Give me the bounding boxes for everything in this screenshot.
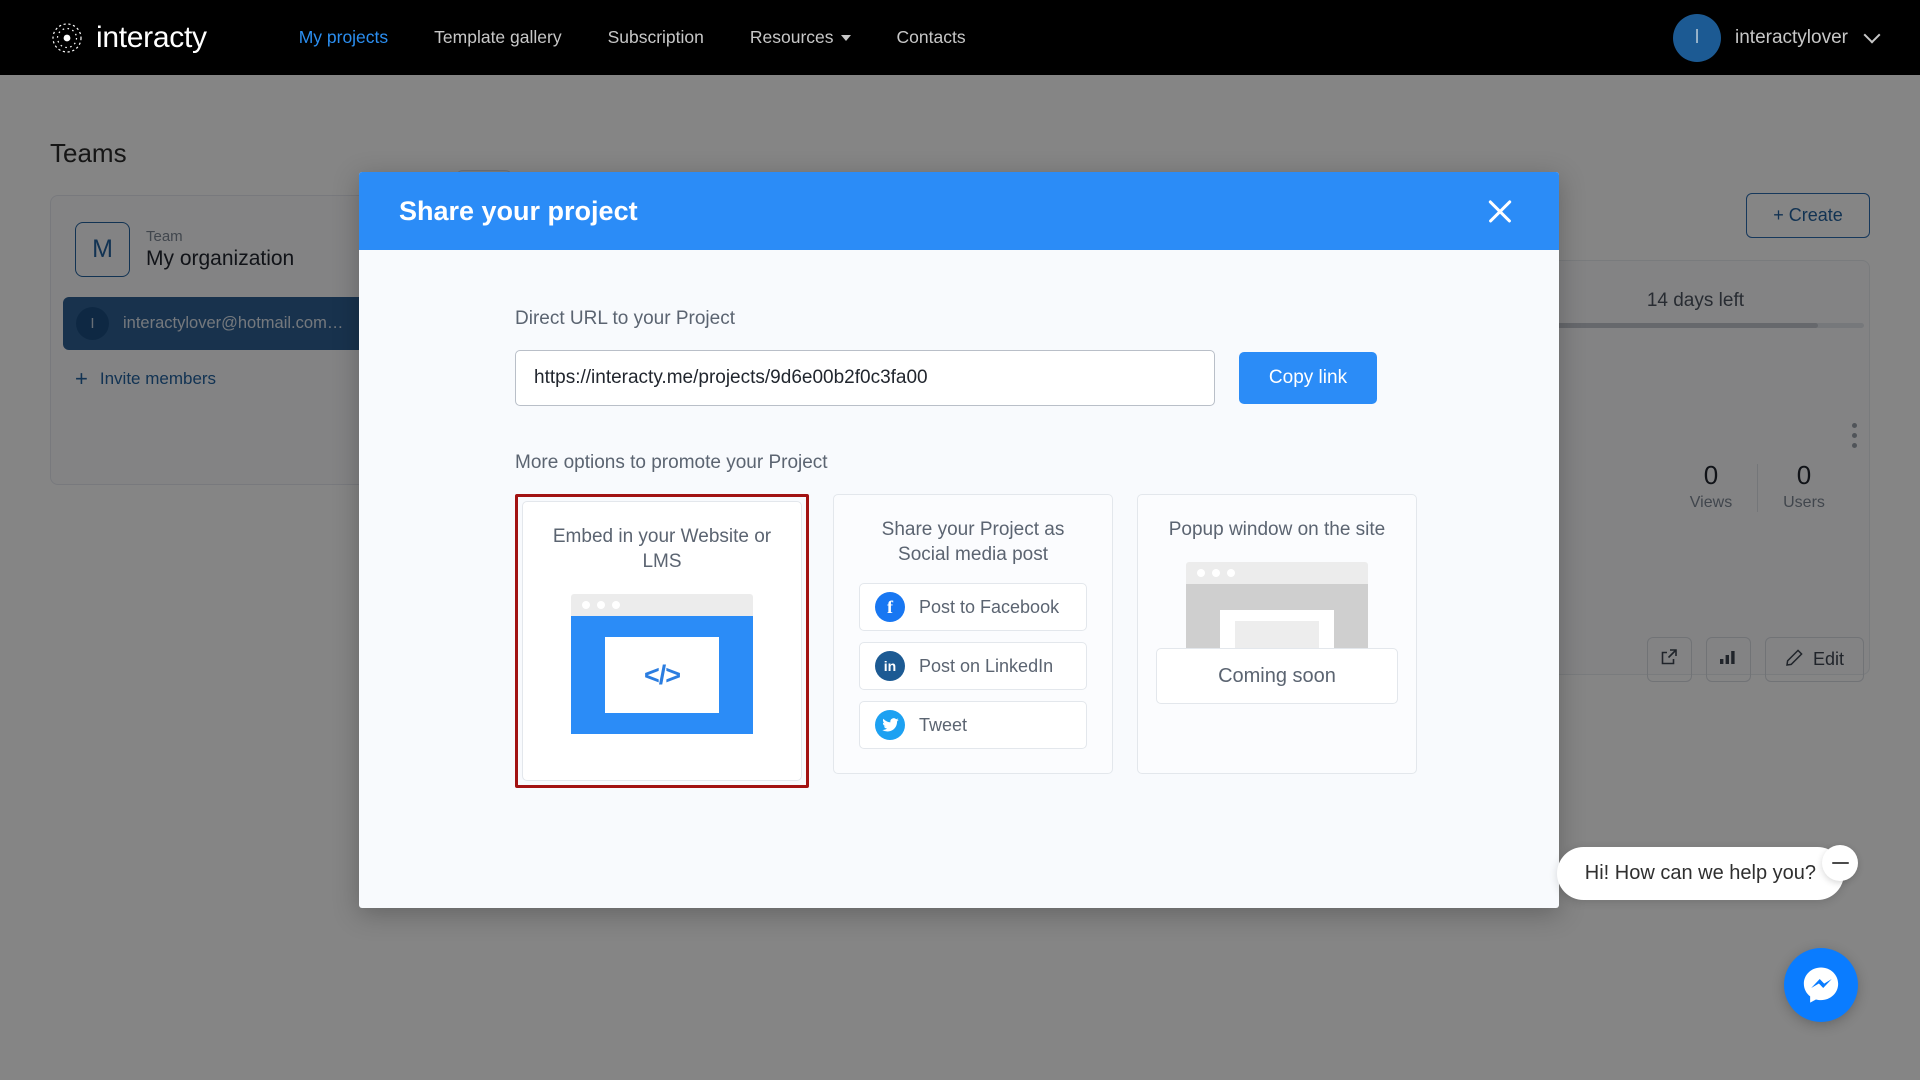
popup-window-card: Popup window on the site Coming soon	[1137, 494, 1417, 774]
chevron-down-icon	[840, 34, 851, 41]
browser-dots-icon	[571, 594, 753, 617]
modal-header: Share your project	[359, 172, 1559, 250]
post-on-linkedin-label: Post on LinkedIn	[919, 655, 1054, 676]
social-buttons: f Post to Facebook in Post on LinkedIn T…	[859, 583, 1087, 750]
user-menu[interactable]: I interactylover	[1673, 0, 1881, 75]
popup-window-illustration: Coming soon	[1156, 562, 1398, 705]
chat-greeting-bubble: Hi! How can we help you?	[1556, 847, 1844, 900]
avatar: I	[1673, 13, 1721, 62]
tweet-button[interactable]: Tweet	[859, 701, 1087, 750]
tweet-label: Tweet	[919, 714, 968, 735]
promote-cards: Embed in your Website or LMS </> Share y…	[515, 494, 1559, 788]
embed-card-highlight: Embed in your Website or LMS </>	[515, 494, 809, 788]
linkedin-icon: in	[875, 651, 905, 682]
app-root: interacty My projects Template gallery S…	[0, 0, 1920, 1080]
facebook-icon: f	[875, 592, 905, 623]
nav-link-my-projects[interactable]: My projects	[299, 27, 388, 48]
code-embed-illustration: </>	[571, 594, 753, 735]
code-glyph: </>	[605, 637, 719, 714]
copy-link-button[interactable]: Copy link	[1239, 352, 1377, 404]
chevron-down-icon	[1863, 26, 1881, 43]
user-name: interactylover	[1735, 26, 1848, 48]
twitter-icon	[875, 710, 905, 741]
popup-card-title: Popup window on the site	[1168, 519, 1386, 540]
social-card-title: Share your Project as Social media post	[881, 519, 1065, 566]
brand-logo[interactable]: interacty	[48, 19, 207, 57]
nav-link-resources[interactable]: Resources	[750, 27, 851, 48]
nav-link-template-gallery[interactable]: Template gallery	[434, 27, 561, 48]
modal-body: Direct URL to your Project Copy link Mor…	[359, 250, 1559, 788]
nav-link-contacts[interactable]: Contacts	[897, 27, 966, 48]
nav-links: My projects Template gallery Subscriptio…	[299, 27, 1012, 48]
interacty-logo-icon	[48, 19, 86, 57]
direct-url-row: Copy link	[515, 350, 1559, 406]
coming-soon-badge: Coming soon	[1156, 648, 1398, 705]
social-media-card: Share your Project as Social media post …	[833, 494, 1113, 774]
brand-name: interacty	[96, 20, 207, 54]
embed-in-website-card[interactable]: Embed in your Website or LMS </>	[522, 501, 802, 781]
post-on-linkedin-button[interactable]: in Post on LinkedIn	[859, 642, 1087, 691]
embed-card-title: Embed in your Website or LMS	[552, 526, 772, 573]
promote-options-label: More options to promote your Project	[515, 452, 828, 473]
direct-url-input[interactable]	[515, 350, 1215, 406]
post-to-facebook-label: Post to Facebook	[919, 596, 1060, 617]
close-icon[interactable]	[1481, 192, 1519, 230]
modal-title: Share your project	[399, 195, 638, 226]
nav-link-resources-label: Resources	[749, 27, 834, 47]
messenger-icon[interactable]	[1784, 948, 1858, 1022]
post-to-facebook-button[interactable]: f Post to Facebook	[859, 583, 1087, 632]
browser-dots-icon	[1186, 562, 1368, 585]
nav-link-subscription[interactable]: Subscription	[608, 27, 704, 48]
minimize-icon[interactable]	[1822, 845, 1858, 881]
top-navigation-bar: interacty My projects Template gallery S…	[0, 0, 1920, 75]
direct-url-label: Direct URL to your Project	[515, 308, 735, 329]
share-project-modal: Share your project Direct URL to your Pr…	[359, 172, 1559, 908]
